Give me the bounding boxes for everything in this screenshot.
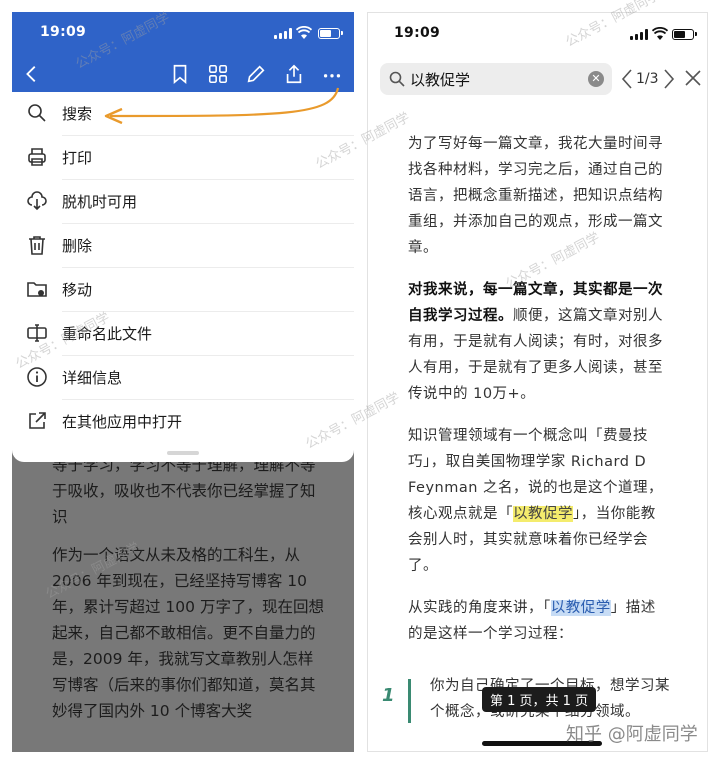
search-icon	[26, 102, 48, 124]
behind-paragraph: 等于学习，学习不等于理解，理解不等于吸收，吸收也不代表你已经掌握了知识	[52, 456, 316, 526]
toolbar	[12, 56, 354, 92]
behind-paragraph: 作为一个语文从未及格的工科生，从 2006 年到现在，已经坚持写博客 10 年，…	[52, 546, 324, 720]
pencil-icon[interactable]	[244, 62, 268, 86]
next-match-icon[interactable]	[662, 65, 676, 93]
menu-item-search[interactable]: 搜索	[12, 92, 354, 136]
printer-icon	[26, 146, 48, 168]
menu-item-offline[interactable]: 脱机时可用	[12, 180, 354, 224]
info-icon	[26, 366, 48, 388]
signal-icon	[274, 28, 292, 39]
menu-item-open-in[interactable]: 在其他应用中打开	[12, 400, 354, 444]
share-icon[interactable]	[282, 62, 306, 86]
paragraph: 知识管理领域有一个概念叫「费曼技巧」，取自美国物理学家 Richard D Fe…	[408, 428, 664, 574]
wifi-icon	[295, 25, 313, 39]
status-bar: 19:09	[12, 12, 354, 56]
sheet-grabber[interactable]	[167, 451, 199, 455]
menu-item-label: 重命名此文件	[62, 325, 153, 343]
menu-item-print[interactable]: 打印	[12, 136, 354, 180]
status-bar: 19:09	[368, 13, 707, 57]
search-icon	[388, 70, 406, 88]
current-search-match[interactable]: 以教促学	[513, 506, 573, 522]
grid-icon[interactable]	[206, 62, 230, 86]
close-search-icon[interactable]	[682, 67, 704, 89]
action-menu: 搜索 打印 脱机时可用 删除 移动 重命名此文件 详细信息 在其他应用中打开	[12, 92, 354, 462]
search-bar: ✕	[380, 63, 612, 95]
menu-item-delete[interactable]: 删除	[12, 224, 354, 268]
menu-item-label: 删除	[62, 237, 93, 255]
left-phone-screen: 19:09 等于学习，学习不等于理解，理解不等于吸收，吸收也不代表你已经掌握了知…	[12, 12, 354, 752]
cloud-download-icon	[26, 190, 48, 212]
menu-item-label: 移动	[62, 281, 93, 299]
quote-bar	[408, 679, 411, 723]
search-input[interactable]	[410, 63, 578, 95]
page-indicator-toast: 第 1 页，共 1 页	[482, 687, 597, 712]
battery-icon	[672, 29, 697, 40]
document-body: 为了写好每一篇文章，我花大量时间寻找各种材料，学习完之后，通过自己的语言，把概念…	[408, 131, 670, 663]
previous-match-icon[interactable]	[620, 65, 634, 93]
search-match[interactable]: 以教促学	[550, 600, 611, 616]
battery-icon	[318, 28, 343, 39]
menu-item-rename[interactable]: 重命名此文件	[12, 312, 354, 356]
match-counter: 1/3	[636, 71, 659, 87]
signal-icon	[630, 29, 648, 40]
document-text-dimmed: 等于学习，学习不等于理解，理解不等于吸收，吸收也不代表你已经掌握了知识 作为一个…	[52, 452, 324, 736]
status-time: 19:09	[40, 24, 87, 40]
paragraph: 对我来说，每一篇文章，其实都是一次自我学习过程。顺便，这篇文章对别人有用，于是就…	[408, 282, 663, 402]
right-phone-screen: 19:09 ✕ 1/3 为了写好每一篇文章，我花大量时间寻找各种材料，学习完之后…	[367, 12, 708, 752]
quote-number: 1	[382, 685, 395, 706]
clear-search-icon[interactable]: ✕	[588, 71, 604, 87]
menu-item-label: 打印	[62, 149, 93, 167]
back-icon[interactable]	[20, 62, 44, 86]
menu-item-label: 在其他应用中打开	[62, 413, 183, 431]
zhihu-watermark: 知乎 @阿虚同学	[566, 724, 698, 745]
trash-icon	[26, 234, 48, 256]
menu-item-move[interactable]: 移动	[12, 268, 354, 312]
menu-item-label: 脱机时可用	[62, 193, 138, 211]
status-time: 19:09	[394, 25, 441, 41]
folder-move-icon	[26, 278, 48, 300]
paragraph: 为了写好每一篇文章，我花大量时间寻找各种材料，学习完之后，通过自己的语言，把概念…	[408, 136, 663, 256]
menu-item-label: 详细信息	[62, 369, 123, 387]
bookmark-icon[interactable]	[168, 62, 192, 86]
menu-item-details[interactable]: 详细信息	[12, 356, 354, 400]
menu-item-label: 搜索	[62, 105, 93, 123]
paragraph: 从实践的角度来讲，「以教促学」描述的是这样一个学习过程：	[408, 600, 656, 642]
rename-icon	[26, 322, 48, 344]
more-icon[interactable]	[320, 62, 344, 86]
wifi-icon	[651, 26, 669, 40]
open-external-icon	[26, 410, 48, 432]
